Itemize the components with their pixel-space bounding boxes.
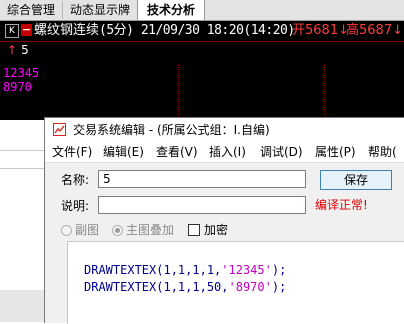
top-tab-bar: 综合管理 动态显示牌 技术分析 (0, 0, 404, 21)
menu-bar: 文件(F) 编辑(E) 查看(V) 插入(I) 调试(D) 属性(P) 帮助( (45, 142, 404, 163)
radio-sub-chart-label: 副图 (75, 223, 100, 237)
chart-panel[interactable]: K − 螺纹钢连续(5分) 21/09/30 18:20(14:20) 开568… (0, 21, 404, 120)
code-line: DRAWTEXTEX(1,1,1,50,'8970'); (84, 280, 287, 294)
code-line: DRAWTEXTEX(1,1,1,1,'12345'); (84, 263, 287, 277)
encrypt-checkbox[interactable] (188, 224, 200, 236)
description-label: 说明: (61, 199, 90, 213)
background-panel (0, 290, 44, 322)
menu-edit[interactable]: 编辑(E) (103, 144, 144, 160)
formula-editor-dialog: 交易系统编辑 - (所属公式组：I.自编) 文件(F) 编辑(E) 查看(V) … (44, 117, 404, 324)
description-input[interactable] (98, 196, 306, 214)
menu-properties[interactable]: 属性(P) (315, 144, 356, 160)
name-label: 名称: (61, 173, 90, 187)
radio-sub-chart[interactable] (61, 225, 72, 236)
minus-icon[interactable]: − (21, 24, 32, 36)
divider (0, 168, 44, 169)
radio-main-overlay-label: 主图叠加 (126, 223, 175, 237)
save-button[interactable]: 保存 (320, 170, 392, 190)
chart-period: (5分) 21/09/30 18:20(14:20) (99, 23, 295, 38)
compile-status: 编译正常! (315, 198, 368, 212)
tab-technical-analysis[interactable]: 技术分析 (137, 0, 205, 20)
grid-line (324, 64, 325, 120)
up-arrow-icon: ↑ (7, 43, 18, 57)
encrypt-label: 加密 (204, 223, 229, 237)
high-price: 高5687↓ (346, 23, 403, 38)
indicator-name: 5 (21, 43, 29, 57)
drawtext-1: 12345 (3, 66, 40, 80)
symbol-name: 螺纹钢连续 (34, 23, 100, 38)
radio-main-overlay[interactable] (112, 225, 123, 236)
indicator-label: ↑ 5 (7, 43, 29, 57)
radio-selected-dot (115, 228, 120, 233)
menu-view[interactable]: 查看(V) (156, 144, 198, 160)
grid-line (178, 64, 179, 120)
dialog-titlebar[interactable]: 交易系统编辑 - (所属公式组：I.自编) (45, 118, 404, 142)
code-editor[interactable]: DRAWTEXTEX(1,1,1,1,'12345'); DRAWTEXTEX(… (67, 241, 404, 324)
tab-dynamic-display[interactable]: 动态显示牌 (63, 1, 138, 19)
k-icon[interactable]: K (5, 24, 19, 38)
menu-insert[interactable]: 插入(I) (209, 144, 246, 160)
menu-debug[interactable]: 调试(D) (260, 144, 303, 160)
dialog-title: 交易系统编辑 - (所属公式组：I.自编) (73, 123, 270, 137)
name-input[interactable]: 5 (98, 170, 306, 188)
tab-comprehensive-management[interactable]: 综合管理 (0, 1, 63, 19)
chart-header: K − 螺纹钢连续(5分) 21/09/30 18:20(14:20) 开568… (0, 21, 404, 42)
drawtext-2: 8970 (3, 80, 32, 94)
app-icon (53, 123, 66, 136)
menu-help[interactable]: 帮助( (368, 144, 397, 160)
open-price: 开5681↓ (292, 23, 349, 38)
chart-title: 螺纹钢连续(5分) 21/09/30 18:20(14:20) (34, 23, 295, 39)
menu-file[interactable]: 文件(F) (52, 144, 92, 160)
background-window (0, 120, 44, 322)
divider (0, 150, 44, 151)
